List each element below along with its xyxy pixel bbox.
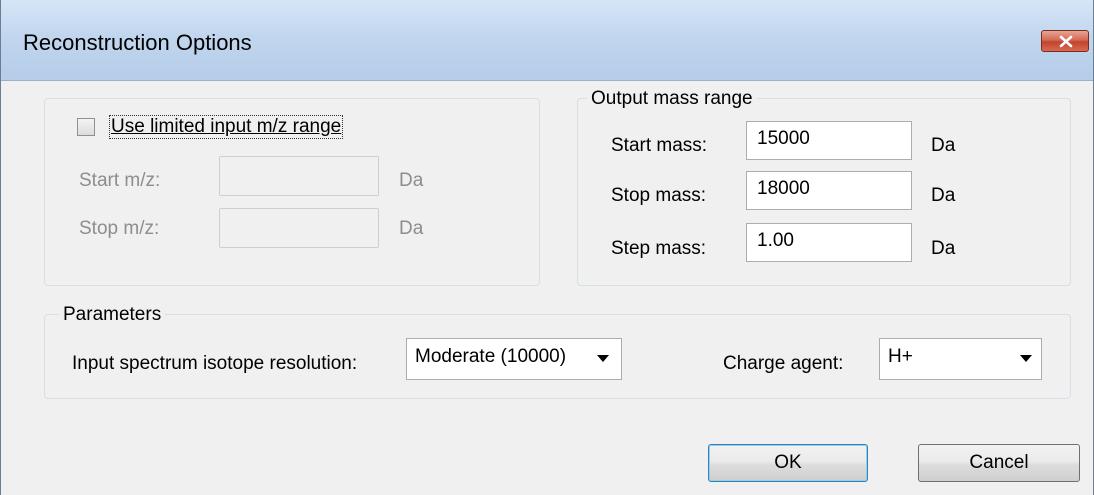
step-mass-field[interactable]: 1.00 [746,223,912,262]
step-mass-unit: Da [931,238,956,259]
start-mz-unit: Da [399,170,424,191]
start-mass-label: Start mass: [611,135,708,156]
cancel-button[interactable]: Cancel [918,444,1080,482]
start-mass-unit: Da [931,135,956,156]
stop-mz-field[interactable] [219,208,379,248]
stop-mz-unit: Da [399,218,424,239]
chevron-down-icon [1020,355,1032,362]
stop-mass-label: Stop mass: [611,185,707,206]
use-limited-range-checkbox[interactable] [77,118,95,136]
stop-mass-field[interactable]: 18000 [746,171,912,210]
stop-mass-unit: Da [931,185,956,206]
resolution-value: Moderate (10000) [415,346,567,367]
title-bar: Reconstruction Options [1,0,1093,81]
charge-agent-dropdown[interactable]: H+ [879,338,1042,380]
resolution-dropdown[interactable]: Moderate (10000) [406,338,622,380]
use-limited-range-label[interactable]: Use limited input m/z range [108,115,344,139]
output-mass-range-title: Output mass range [587,88,757,110]
close-button[interactable] [1041,30,1089,52]
stop-mz-label: Stop m/z: [79,218,160,239]
charge-agent-value: H+ [888,346,913,367]
ok-button[interactable]: OK [708,444,868,482]
step-mass-label: Step mass: [611,238,707,259]
chevron-down-icon [597,355,609,362]
charge-agent-label: Charge agent: [723,353,844,374]
start-mz-field[interactable] [219,156,379,196]
start-mz-label: Start m/z: [79,170,161,191]
close-icon [1059,35,1073,48]
window-title: Reconstruction Options [23,30,252,55]
resolution-label: Input spectrum isotope resolution: [72,353,358,374]
parameters-title: Parameters [59,304,166,326]
reconstruction-options-dialog: Reconstruction Options Use limited input… [0,0,1094,495]
start-mass-field[interactable]: 15000 [746,121,912,160]
